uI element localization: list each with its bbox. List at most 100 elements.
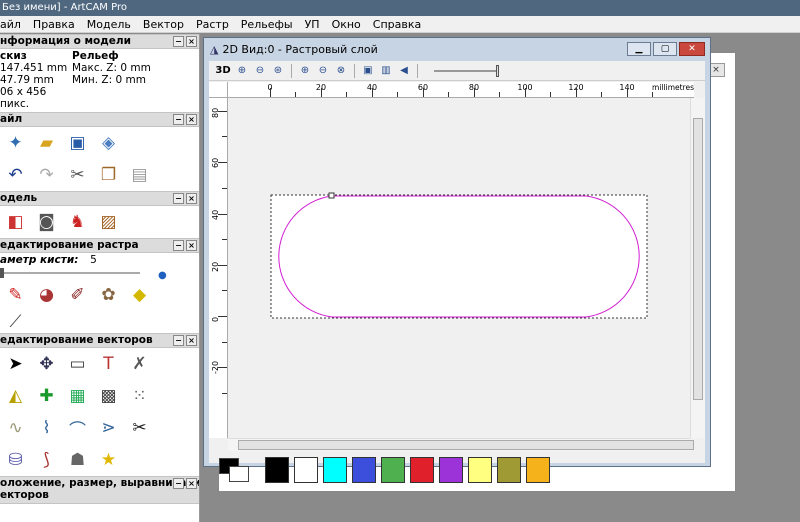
zoom-fit-icon[interactable]: ⊛ bbox=[269, 63, 287, 79]
curve-icon[interactable]: ∿ bbox=[0, 416, 31, 440]
join-icon[interactable]: ⋗ bbox=[93, 416, 124, 440]
menu-window[interactable]: Окно bbox=[327, 16, 368, 33]
shape-icon[interactable]: ☗ bbox=[62, 448, 93, 472]
vertical-scroll-thumb[interactable] bbox=[693, 118, 703, 400]
close-icon[interactable]: × bbox=[186, 335, 197, 346]
menu-toolpaths[interactable]: УП bbox=[300, 16, 327, 33]
maximize-button[interactable]: ▢ bbox=[653, 42, 677, 56]
close-icon[interactable]: × bbox=[186, 478, 197, 489]
section-file-header[interactable]: айл − × bbox=[0, 112, 199, 127]
menu-model[interactable]: Модель bbox=[82, 16, 138, 33]
redo-icon[interactable]: ↷ bbox=[31, 163, 62, 187]
zoom-previous-icon[interactable]: ⊖ bbox=[314, 63, 332, 79]
primary-secondary-color[interactable] bbox=[217, 457, 253, 483]
layer-icon[interactable]: ▣ bbox=[359, 63, 377, 79]
eyedropper-icon[interactable]: ✐ bbox=[62, 283, 93, 307]
window-title-bar[interactable]: ◮ 2D Вид:0 - Растровый слой ▁ ▢ ✕ bbox=[204, 38, 710, 60]
undo-icon[interactable]: ↶ bbox=[0, 163, 31, 187]
collapse-icon[interactable]: − bbox=[173, 114, 184, 125]
relief-icon[interactable]: ♞ bbox=[62, 210, 93, 234]
drawing-canvas[interactable] bbox=[228, 98, 690, 438]
eraser-icon[interactable]: ◆ bbox=[124, 283, 155, 307]
node-handle[interactable] bbox=[328, 192, 335, 199]
section-model-info-header[interactable]: нформация о модели − × bbox=[0, 34, 199, 49]
zoom-in-icon[interactable]: ⊕ bbox=[233, 63, 251, 79]
color-swatch[interactable] bbox=[294, 457, 318, 483]
color-swatch[interactable] bbox=[410, 457, 434, 483]
menu-edit[interactable]: Правка bbox=[28, 16, 82, 33]
color-swatch[interactable] bbox=[526, 457, 550, 483]
horizontal-scrollbar[interactable] bbox=[228, 438, 694, 451]
close-icon[interactable]: × bbox=[186, 240, 197, 251]
select-arrow-icon[interactable]: ➤ bbox=[0, 352, 31, 376]
node-edit-icon[interactable]: ✗ bbox=[124, 352, 155, 376]
cylinder-icon[interactable]: ⛁ bbox=[0, 448, 31, 472]
collapse-icon[interactable]: − bbox=[173, 36, 184, 47]
section-raster-edit-header[interactable]: едактирование растра − × bbox=[0, 238, 199, 253]
color-swatch[interactable] bbox=[352, 457, 376, 483]
vertical-scrollbar[interactable] bbox=[690, 98, 705, 438]
points-icon[interactable]: ⁙ bbox=[124, 384, 155, 408]
minimize-button[interactable]: ▁ bbox=[627, 42, 651, 56]
spline-icon[interactable]: ⌇ bbox=[31, 416, 62, 440]
horizontal-scroll-thumb[interactable] bbox=[238, 440, 694, 450]
menu-raster[interactable]: Растр bbox=[191, 16, 236, 33]
line-draw-icon[interactable]: ⟋ bbox=[0, 310, 31, 334]
cut-icon[interactable]: ✂ bbox=[62, 163, 93, 187]
color-swatch[interactable] bbox=[468, 457, 492, 483]
transform-icon[interactable]: ✥ bbox=[31, 352, 62, 376]
texture-icon[interactable]: ▨ bbox=[93, 210, 124, 234]
color-swatch[interactable] bbox=[439, 457, 463, 483]
zoom-all-icon[interactable]: ⊗ bbox=[332, 63, 350, 79]
zoom-out-icon[interactable]: ⊖ bbox=[251, 63, 269, 79]
color-swatch[interactable] bbox=[497, 457, 521, 483]
menu-vector[interactable]: Вектор bbox=[138, 16, 191, 33]
color-swatch[interactable] bbox=[381, 457, 405, 483]
grid-icon[interactable]: ▩ bbox=[93, 384, 124, 408]
layer-toggle-icon[interactable]: ▥ bbox=[377, 63, 395, 79]
fill-icon[interactable]: ◕ bbox=[31, 283, 62, 307]
secondary-color-swatch[interactable] bbox=[229, 466, 249, 482]
menu-file[interactable]: айл bbox=[0, 16, 28, 33]
brush-slider[interactable]: ● bbox=[0, 267, 199, 281]
text-block-icon[interactable]: ▦ bbox=[62, 384, 93, 408]
paste-icon[interactable]: ▤ bbox=[124, 163, 155, 187]
collapse-icon[interactable]: − bbox=[173, 240, 184, 251]
collapse-icon[interactable]: − bbox=[173, 193, 184, 204]
menu-reliefs[interactable]: Рельефы bbox=[236, 16, 300, 33]
polyline-icon[interactable]: ⟆ bbox=[31, 448, 62, 472]
menu-help[interactable]: Справка bbox=[368, 16, 428, 33]
section-model-header[interactable]: одель − × bbox=[0, 191, 199, 206]
arc-icon[interactable]: ⌒ bbox=[62, 416, 93, 441]
rectangle-icon[interactable]: ▭ bbox=[62, 352, 93, 376]
pick-color-icon[interactable]: ◀ bbox=[395, 63, 413, 79]
add-icon[interactable]: ✚ bbox=[31, 384, 62, 408]
zoom-slider[interactable] bbox=[434, 69, 496, 72]
open-folder-icon[interactable]: ▰ bbox=[31, 131, 62, 155]
slider-handle[interactable] bbox=[0, 268, 4, 278]
section-vector-edit-header[interactable]: едактирование векторов − × bbox=[0, 333, 199, 348]
offset-icon[interactable]: ◭ bbox=[0, 384, 31, 408]
copy-icon[interactable]: ❐ bbox=[93, 163, 124, 187]
new-model-icon[interactable]: ✦ bbox=[0, 131, 31, 155]
paint-brush-icon[interactable]: ✎ bbox=[0, 283, 31, 307]
scissors-icon[interactable]: ✂ bbox=[124, 416, 155, 440]
zoom-window-icon[interactable]: ⊕ bbox=[296, 63, 314, 79]
color-swatch[interactable] bbox=[265, 457, 289, 483]
close-button[interactable]: ✕ bbox=[679, 42, 705, 56]
import-image-icon[interactable]: ◙ bbox=[31, 210, 62, 234]
text-icon[interactable]: T bbox=[93, 352, 124, 376]
color-swatch[interactable] bbox=[323, 457, 347, 483]
collapse-icon[interactable]: − bbox=[173, 335, 184, 346]
view-3d-button[interactable]: 3D bbox=[213, 63, 233, 79]
close-icon[interactable]: × bbox=[186, 114, 197, 125]
close-icon[interactable]: × bbox=[186, 36, 197, 47]
section-position-header[interactable]: оложение, размер, выравнивание екторов −… bbox=[0, 476, 199, 504]
save-icon[interactable]: ▣ bbox=[62, 131, 93, 155]
palette-icon[interactable]: ✿ bbox=[93, 283, 124, 307]
collapse-icon[interactable]: − bbox=[173, 478, 184, 489]
save-as-icon[interactable]: ◈ bbox=[93, 131, 124, 155]
zoom-slider-handle[interactable] bbox=[496, 64, 499, 77]
close-icon[interactable]: × bbox=[186, 193, 197, 204]
model-size-icon[interactable]: ◧ bbox=[0, 210, 31, 234]
